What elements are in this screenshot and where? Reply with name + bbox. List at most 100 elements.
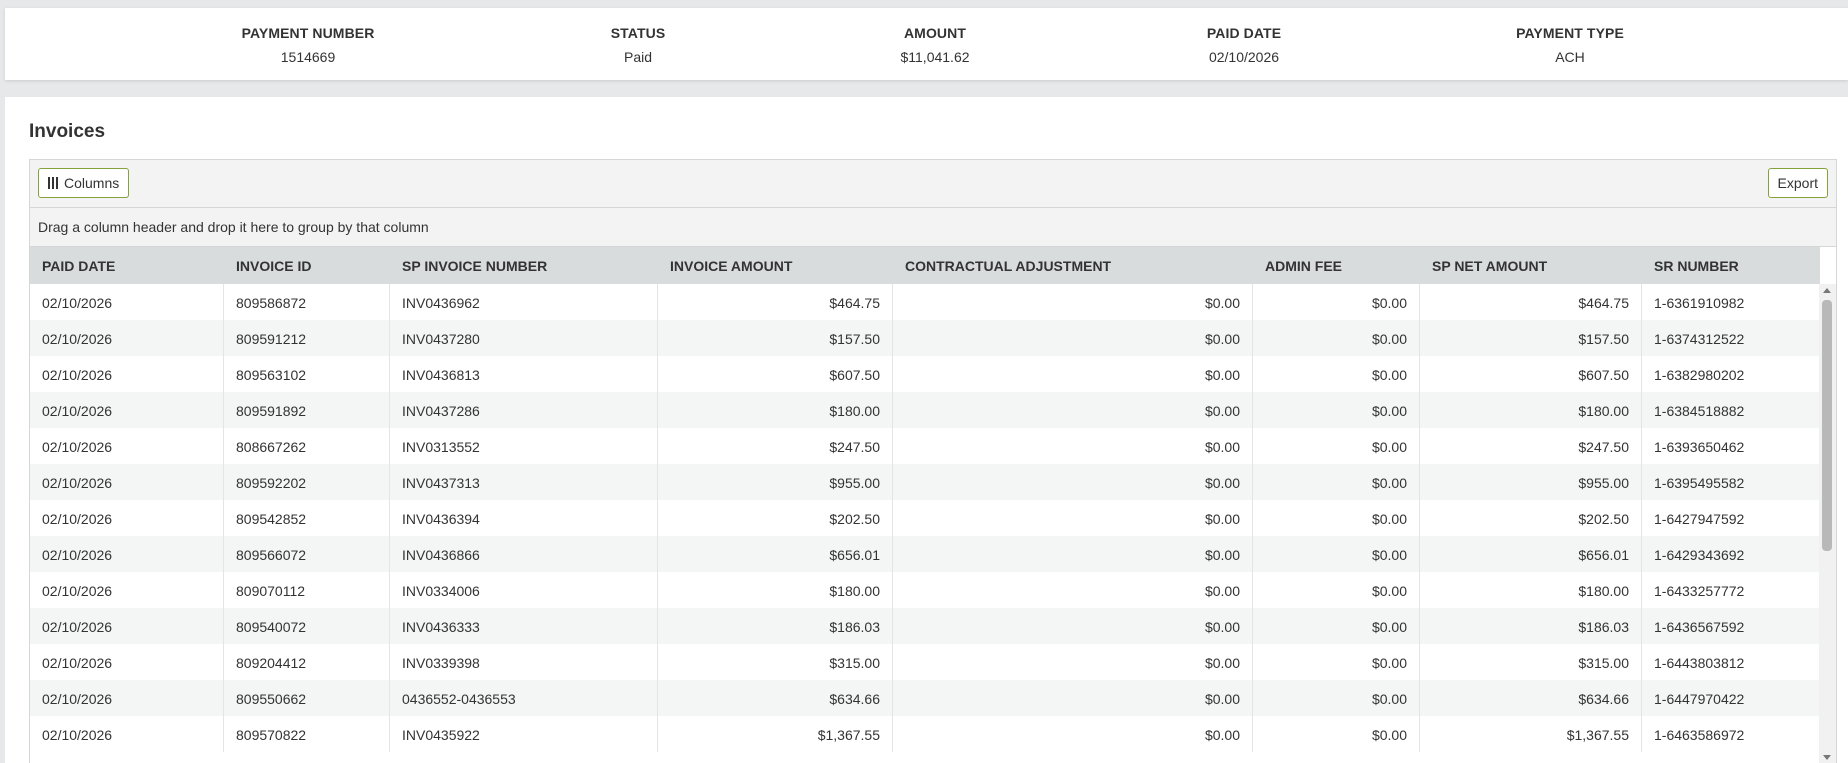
table-cell: 02/10/2026 [30,320,224,356]
table-cell: 1-6374312522 [1654,331,1745,347]
table-cell: 1-6384518882 [1654,403,1745,419]
table-cell: $247.50 [658,428,893,464]
table-cell: INV0435922 [390,716,658,752]
table-cell: $0.00 [1253,428,1420,464]
columns-button-label: Columns [64,175,120,191]
table-row[interactable]: 02/10/2026 809566072 INV0436866 $656.01 $0.0… [30,536,1820,572]
table-row[interactable]: 02/10/2026 809586872 INV0436962 $464.75 $0.0… [30,284,1820,320]
table-cell: $0.00 [893,320,1253,356]
table-cell: $656.01 [1420,536,1642,572]
table-row[interactable]: 02/10/2026 809563102 INV0436813 $607.50 $0.0… [30,356,1820,392]
table-cell: $634.66 [1420,680,1642,716]
table-cell: 809566072 [224,536,390,572]
table-row[interactable]: 02/10/2026 809540072 INV0436333 $186.03 $0.0… [30,608,1820,644]
table-cell: $180.00 [1420,392,1642,428]
table-row[interactable]: 02/10/2026 809570822 INV0435922 $1,367.55 $0… [30,716,1820,752]
table-cell: 1-6463586972 [1654,727,1745,743]
table-row[interactable]: 02/10/2026 809070112 INV0334006 $180.00 $0.0… [30,572,1820,608]
table-cell: INV0436813 [390,356,658,392]
table-row[interactable]: 02/10/2026 809591212 INV0437280 $157.50 $0.0… [30,320,1820,356]
table-cell: $656.01 [658,536,893,572]
table-cell: 02/10/2026 [30,608,224,644]
table-cell: 1-6429343692 [1654,547,1745,563]
summary-amount: AMOUNT $11,041.62 [900,25,969,65]
table-cell: 02/10/2026 [30,644,224,680]
table-row[interactable]: 02/10/2026 809591892 INV0437286 $180.00 $0.0… [30,392,1820,428]
table-cell: 1-6395495582 [1654,475,1745,491]
scrollbar-thumb[interactable] [1822,300,1832,551]
table-cell: 809592202 [224,464,390,500]
table-cell: $0.00 [893,428,1253,464]
table-cell: 809070112 [224,572,390,608]
table-cell: 1-6427947592 [1654,511,1745,527]
table-cell: $0.00 [1253,716,1420,752]
table-cell: $0.00 [1253,644,1420,680]
columns-button[interactable]: Columns [38,168,130,198]
table-cell: 0436552-0436553 [390,680,658,716]
column-header-sp-invoice-number[interactable]: SP INVOICE NUMBER [390,247,658,284]
group-hint: Drag a column header and drop it here to… [38,219,429,235]
column-header-paid-date[interactable]: PAID DATE [30,247,224,284]
column-header-admin-fee[interactable]: ADMIN FEE [1253,247,1420,284]
summary-value: 1514669 [280,49,336,65]
table-cell: $464.75 [1420,284,1642,320]
summary-value: ACH [1555,49,1585,65]
table-cell: 02/10/2026 [30,572,224,608]
table-cell: $180.00 [658,392,893,428]
table-cell: $0.00 [893,392,1253,428]
column-header-invoice-id[interactable]: INVOICE ID [224,247,390,284]
table-cell: $0.00 [1253,536,1420,572]
table-cell: 02/10/2026 [30,428,224,464]
table-cell: 809591892 [224,392,390,428]
table-cell: $0.00 [1253,680,1420,716]
table-row[interactable]: 02/10/2026 809542852 INV0436394 $202.50 $0.0… [30,500,1820,536]
vertical-scrollbar[interactable] [1819,284,1836,763]
table-cell: 809542852 [224,500,390,536]
column-header-contractual-adjustment[interactable]: CONTRACTUAL ADJUSTMENT [893,247,1253,284]
table-cell: 809550662 [224,680,390,716]
column-header-sp-net-amount[interactable]: SP NET AMOUNT [1420,247,1642,284]
table-cell: $464.75 [658,284,893,320]
table-row[interactable]: 02/10/2026 809592202 INV0437313 $955.00 $0.0… [30,464,1820,500]
table-cell: $186.03 [1420,608,1642,644]
table-cell: INV0334006 [390,572,658,608]
table-cell: $0.00 [893,500,1253,536]
table-cell: $0.00 [1253,608,1420,644]
summary-label: PAID DATE [1206,25,1282,41]
table-cell: 1-6443803812 [1654,655,1745,671]
table-cell: $157.50 [1420,320,1642,356]
table-row[interactable]: 02/10/2026 809204412 INV0339398 $315.00 $0.0… [30,644,1820,680]
table-cell: INV0437313 [390,464,658,500]
table-cell: 1-6447970422 [1654,691,1745,707]
export-button[interactable]: Export [1767,168,1828,198]
summary-label: STATUS [610,25,666,41]
table-cell: $180.00 [658,572,893,608]
table-cell: $315.00 [1420,644,1642,680]
scroll-up-icon[interactable] [1823,288,1831,293]
grid-body: 02/10/2026 809586872 INV0436962 $464.75 $0.0… [30,284,1820,752]
table-cell: $202.50 [658,500,893,536]
table-cell: $955.00 [1420,464,1642,500]
table-cell: $0.00 [1253,500,1420,536]
scroll-down-icon[interactable] [1823,755,1831,760]
table-cell: 02/10/2026 [30,392,224,428]
group-drop-zone[interactable]: Drag a column header and drop it here to… [30,208,1836,247]
table-cell: INV0436333 [390,608,658,644]
grid-toolbar: Columns Export [30,160,1836,208]
table-cell: INV0437280 [390,320,658,356]
table-cell: 02/10/2026 [30,284,224,320]
table-row[interactable]: 02/10/2026 809550662 0436552-0436553 $634.6… [30,680,1820,716]
table-cell: 809204412 [224,644,390,680]
table-row[interactable]: 02/10/2026 808667262 INV0313552 $247.50 $0.0… [30,428,1820,464]
column-header-invoice-amount[interactable]: INVOICE AMOUNT [658,247,893,284]
table-cell: 02/10/2026 [30,464,224,500]
column-header-sr-number[interactable]: SR NUMBER [1642,247,1820,284]
table-cell: $0.00 [1253,392,1420,428]
table-cell: $180.00 [1420,572,1642,608]
table-cell: 1-6433257772 [1654,583,1745,599]
table-cell: 1-6436567592 [1654,619,1745,635]
table-cell: INV0437286 [390,392,658,428]
table-cell: INV0436866 [390,536,658,572]
table-cell: INV0339398 [390,644,658,680]
table-cell: $157.50 [658,320,893,356]
